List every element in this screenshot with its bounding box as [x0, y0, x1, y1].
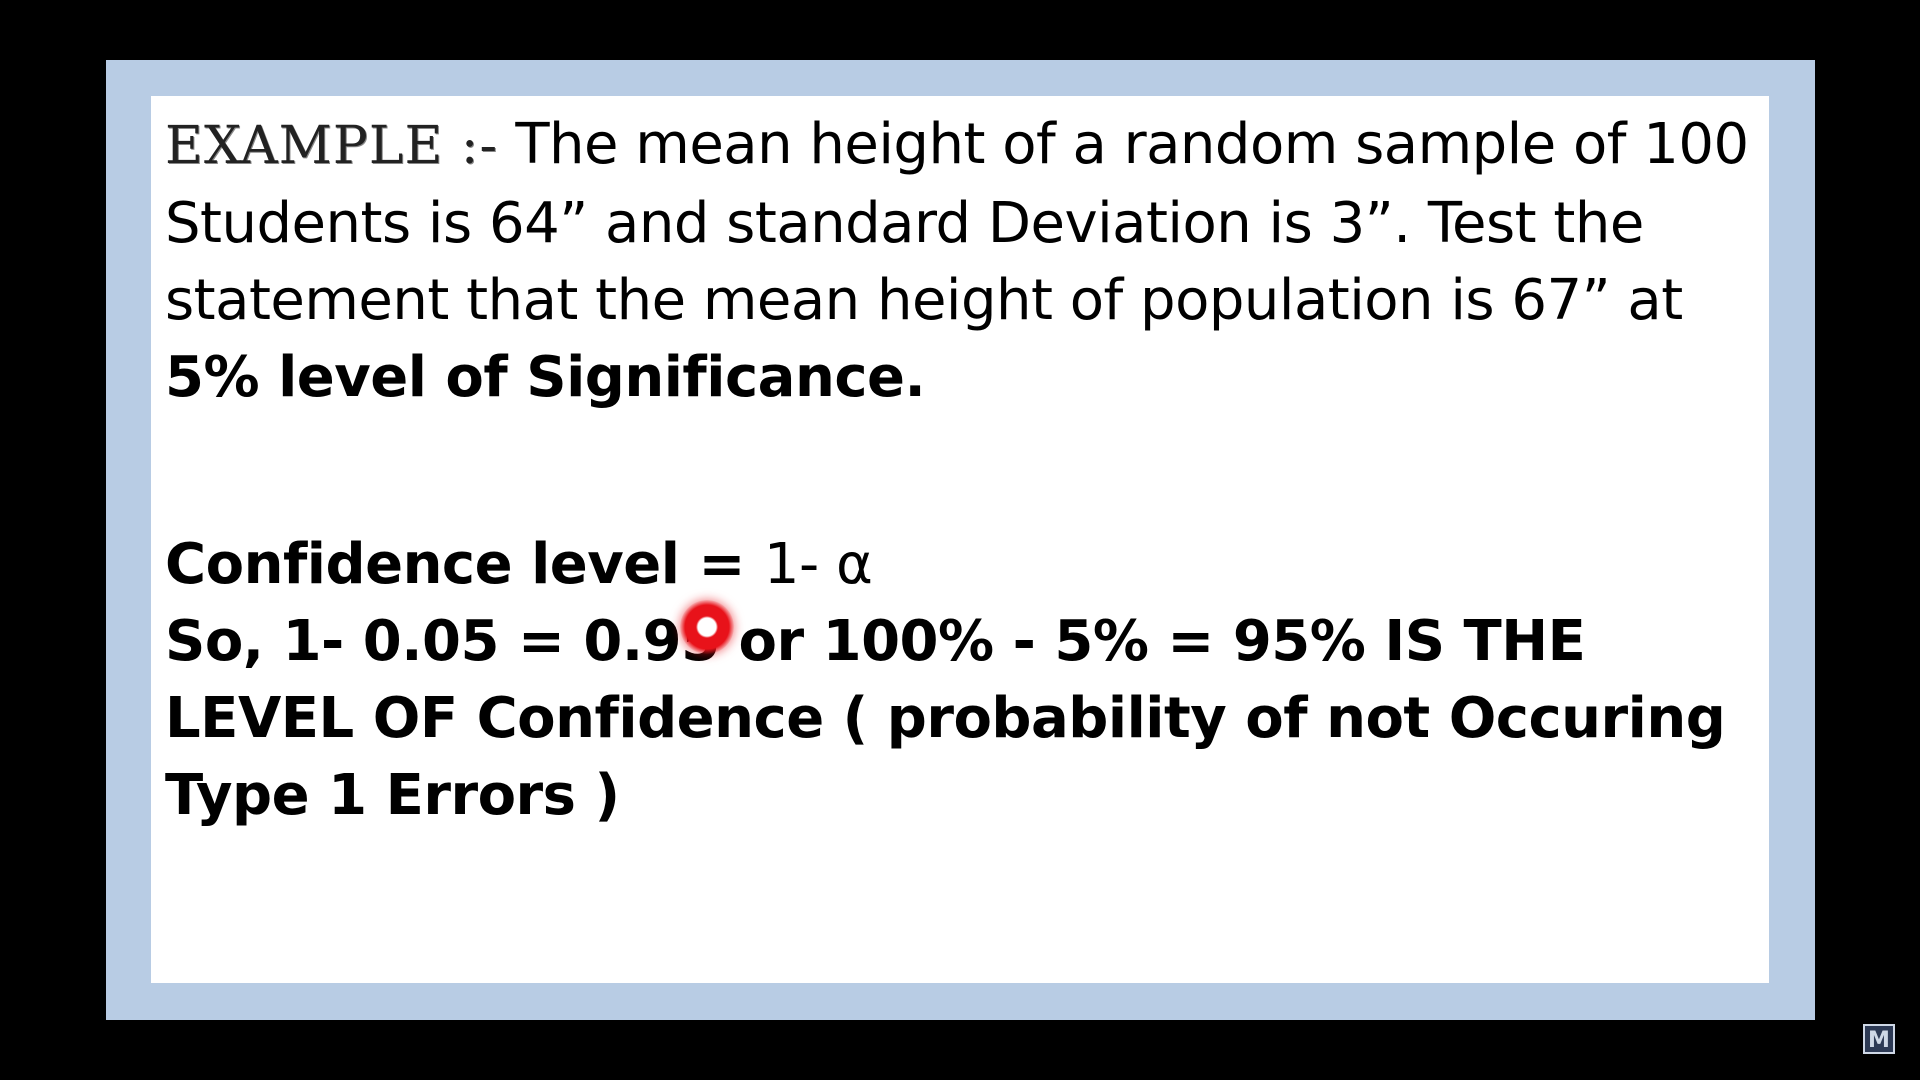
confidence-line: Confidence level = 1- α	[165, 526, 1755, 603]
laser-pointer-icon	[680, 600, 734, 654]
slide: EXAMPLE :- The mean height of a random s…	[151, 96, 1769, 983]
confidence-label: Confidence level =	[165, 532, 764, 597]
confidence-formula: 1- α	[763, 532, 873, 597]
slide-text: EXAMPLE :- The mean height of a random s…	[165, 106, 1755, 834]
significance-level: 5% level of Significance.	[165, 345, 926, 410]
problem-statement: EXAMPLE :- The mean height of a random s…	[165, 106, 1755, 416]
example-label: EXAMPLE :-	[165, 116, 499, 176]
solution-line: So, 1- 0.05 = 0.95 or 100% - 5% = 95% IS…	[165, 609, 1726, 828]
video-screen: EXAMPLE :- The mean height of a random s…	[0, 0, 1920, 1080]
channel-logo-icon: M	[1863, 1024, 1895, 1054]
